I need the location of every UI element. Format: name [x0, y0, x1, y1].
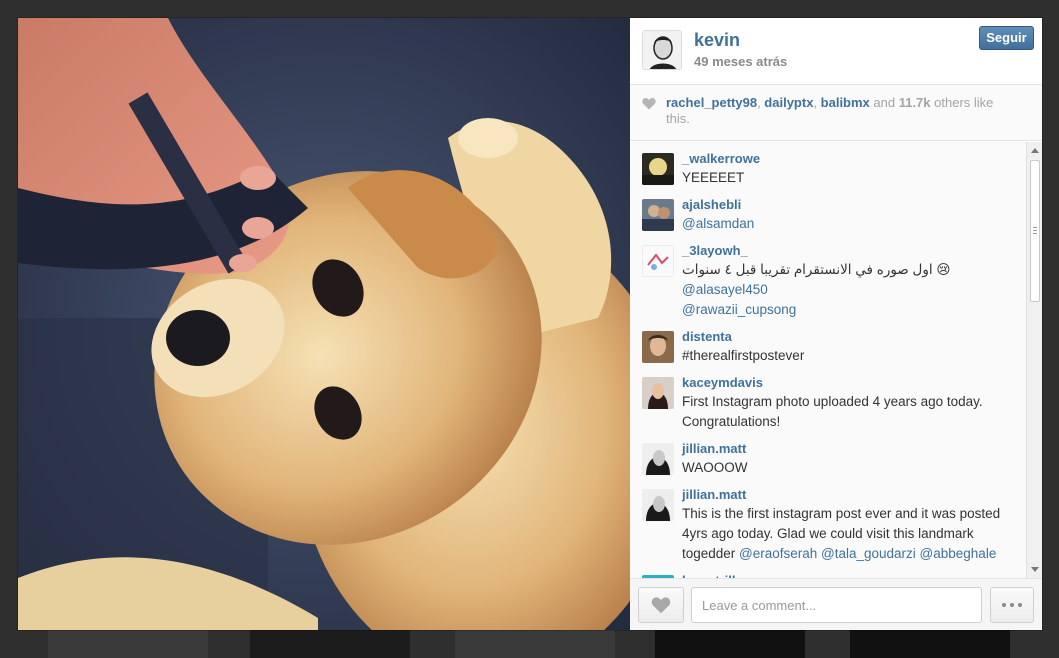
heart-icon: [642, 97, 656, 110]
list-item: jillian.matt WAOOOW: [630, 432, 1042, 478]
commenter-avatar[interactable]: [642, 489, 674, 521]
list-item: distenta #therealfirstpostever: [630, 320, 1042, 366]
like-button[interactable]: [638, 587, 684, 623]
liker-link[interactable]: dailyptx: [764, 95, 813, 110]
commenter-avatar[interactable]: [642, 377, 674, 409]
avatar[interactable]: [642, 30, 682, 70]
post-timestamp: 49 meses atrás: [694, 54, 788, 69]
grip-icon: [1033, 227, 1037, 234]
likes-separator: ,: [813, 95, 821, 110]
comment-text: This is the first instagram post ever an…: [682, 506, 1001, 561]
likes-and: and: [869, 95, 899, 110]
comment-text: @alsamdan: [682, 214, 1012, 234]
comment-text: #therealfirstpostever: [682, 348, 805, 363]
background-thumbnail: [48, 626, 208, 658]
list-item: _walkerrowe YEEEEET: [630, 142, 1042, 188]
likes-summary: rachel_petty98, dailyptx, balibmx and 11…: [630, 85, 1042, 141]
more-options-button[interactable]: [990, 587, 1034, 623]
list-item: kaceymdavis First Instagram photo upload…: [630, 366, 1042, 432]
liker-link[interactable]: balibmx: [821, 95, 870, 110]
background-thumbnail: [250, 626, 410, 658]
follow-button[interactable]: Seguir: [979, 26, 1034, 50]
comment-text: اول صوره في الانستقرام تقريبا قبل ٤ سنوا…: [682, 262, 951, 297]
comment-text: @rawazii_cupsong: [682, 300, 1012, 320]
comment-username[interactable]: jillian.matt: [682, 486, 1012, 504]
post-header: kevin 49 meses atrás Seguir: [630, 18, 1042, 85]
background-thumbnail: [850, 626, 1010, 658]
background-thumbnail: [455, 626, 615, 658]
list-item: lucastrillog: [630, 564, 1042, 578]
comment-username[interactable]: ajalshebli: [682, 196, 1012, 214]
list-item: _3layowh_ اول صوره في الانستقرام تقريبا …: [630, 234, 1042, 320]
likes-count: 11.7k: [898, 95, 931, 110]
comment-input[interactable]: [691, 587, 982, 623]
more-dots-icon: [1002, 603, 1006, 607]
comments-list[interactable]: _walkerrowe YEEEEET ajalshebli @alsamdan…: [630, 142, 1042, 578]
list-item: jillian.matt This is the first instagram…: [630, 478, 1042, 564]
scroll-up-icon[interactable]: [1031, 148, 1039, 153]
comment-text: YEEEEET: [682, 170, 745, 185]
mention-link[interactable]: @rawazii_cupsong: [682, 302, 796, 317]
comment-username[interactable]: kaceymdavis: [682, 374, 1012, 392]
heart-icon: [651, 597, 671, 614]
list-item: ajalshebli @alsamdan: [630, 188, 1042, 234]
post-username[interactable]: kevin: [694, 30, 740, 51]
comment-username[interactable]: _3layowh_: [682, 242, 1012, 260]
mention-link[interactable]: @alsamdan: [682, 216, 754, 231]
commenter-avatar[interactable]: [642, 443, 674, 475]
scroll-down-icon[interactable]: [1031, 567, 1039, 572]
commenter-avatar[interactable]: [642, 153, 674, 185]
commenter-avatar[interactable]: [642, 199, 674, 231]
comment-text: First Instagram photo uploaded 4 years a…: [682, 394, 983, 429]
background-thumbnail: [655, 626, 805, 658]
comments-scrollbar[interactable]: [1026, 142, 1042, 578]
photo-modal: kevin 49 meses atrás Seguir rachel_petty…: [18, 18, 1042, 630]
comment-username[interactable]: jillian.matt: [682, 440, 1012, 458]
more-dots-icon: [1010, 603, 1014, 607]
commenter-avatar[interactable]: [642, 245, 674, 277]
comment-text: WAOOOW: [682, 460, 748, 475]
more-dots-icon: [1018, 603, 1022, 607]
comment-username[interactable]: distenta: [682, 328, 1012, 346]
mention-link[interactable]: @eraofserah @tala_goudarzi @abbeghale: [739, 546, 996, 561]
comment-username[interactable]: _walkerrowe: [682, 150, 1012, 168]
scrollbar-thumb[interactable]: [1030, 160, 1040, 302]
post-sidebar: kevin 49 meses atrás Seguir rachel_petty…: [630, 18, 1042, 630]
comment-footer: [630, 578, 1042, 630]
liker-link[interactable]: rachel_petty98: [666, 95, 757, 110]
commenter-avatar[interactable]: [642, 331, 674, 363]
post-photo: [18, 18, 630, 630]
mention-link[interactable]: @alasayel450: [682, 282, 768, 297]
